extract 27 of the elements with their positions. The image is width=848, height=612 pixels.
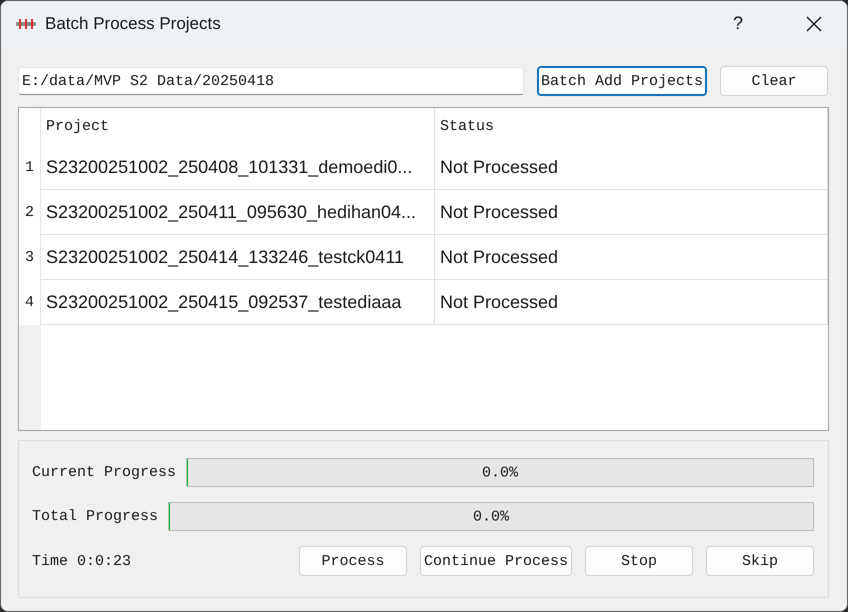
- table-cell: Not Processed: [435, 145, 828, 190]
- path-field[interactable]: E:/data/MVP S2 Data/20250418: [18, 67, 524, 95]
- row-number: 3: [19, 235, 41, 280]
- window-title: Batch Process Projects: [45, 14, 221, 34]
- progress-reading: 0.0%: [473, 508, 510, 525]
- table-cell: Not Processed: [435, 190, 828, 235]
- table-cell: Not Processed: [435, 235, 828, 280]
- help-button[interactable]: ?: [724, 8, 751, 38]
- table-cell: S23200251002_250415_092537_testediaaa: [41, 280, 435, 325]
- progress-reading: 0.0%: [482, 464, 518, 481]
- push-button[interactable]: Batch Add Projects: [537, 66, 707, 96]
- table-cell: S23200251002_250414_133246_testck0411: [41, 235, 435, 280]
- close-icon: [806, 16, 822, 32]
- progress-label: Total Progress: [32, 508, 158, 525]
- push-button[interactable]: Continue Process: [420, 546, 572, 576]
- progress-label: Current Progress: [32, 464, 176, 481]
- push-button[interactable]: Skip: [706, 546, 814, 576]
- row-number: 1: [19, 145, 41, 190]
- app-logo-icon: [16, 18, 36, 28]
- table-cell: S23200251002_250411_095630_hedihan04...: [41, 190, 435, 235]
- table-cell: Not Processed: [435, 280, 828, 325]
- row-number: 2: [19, 190, 41, 235]
- push-button[interactable]: Stop: [585, 546, 693, 576]
- push-button[interactable]: Clear: [720, 66, 828, 96]
- push-button[interactable]: Process: [299, 546, 407, 576]
- table-cell: S23200251002_250408_101331_demoedi0...: [41, 145, 435, 190]
- elapsed-time: Time 0:0:23: [32, 552, 132, 570]
